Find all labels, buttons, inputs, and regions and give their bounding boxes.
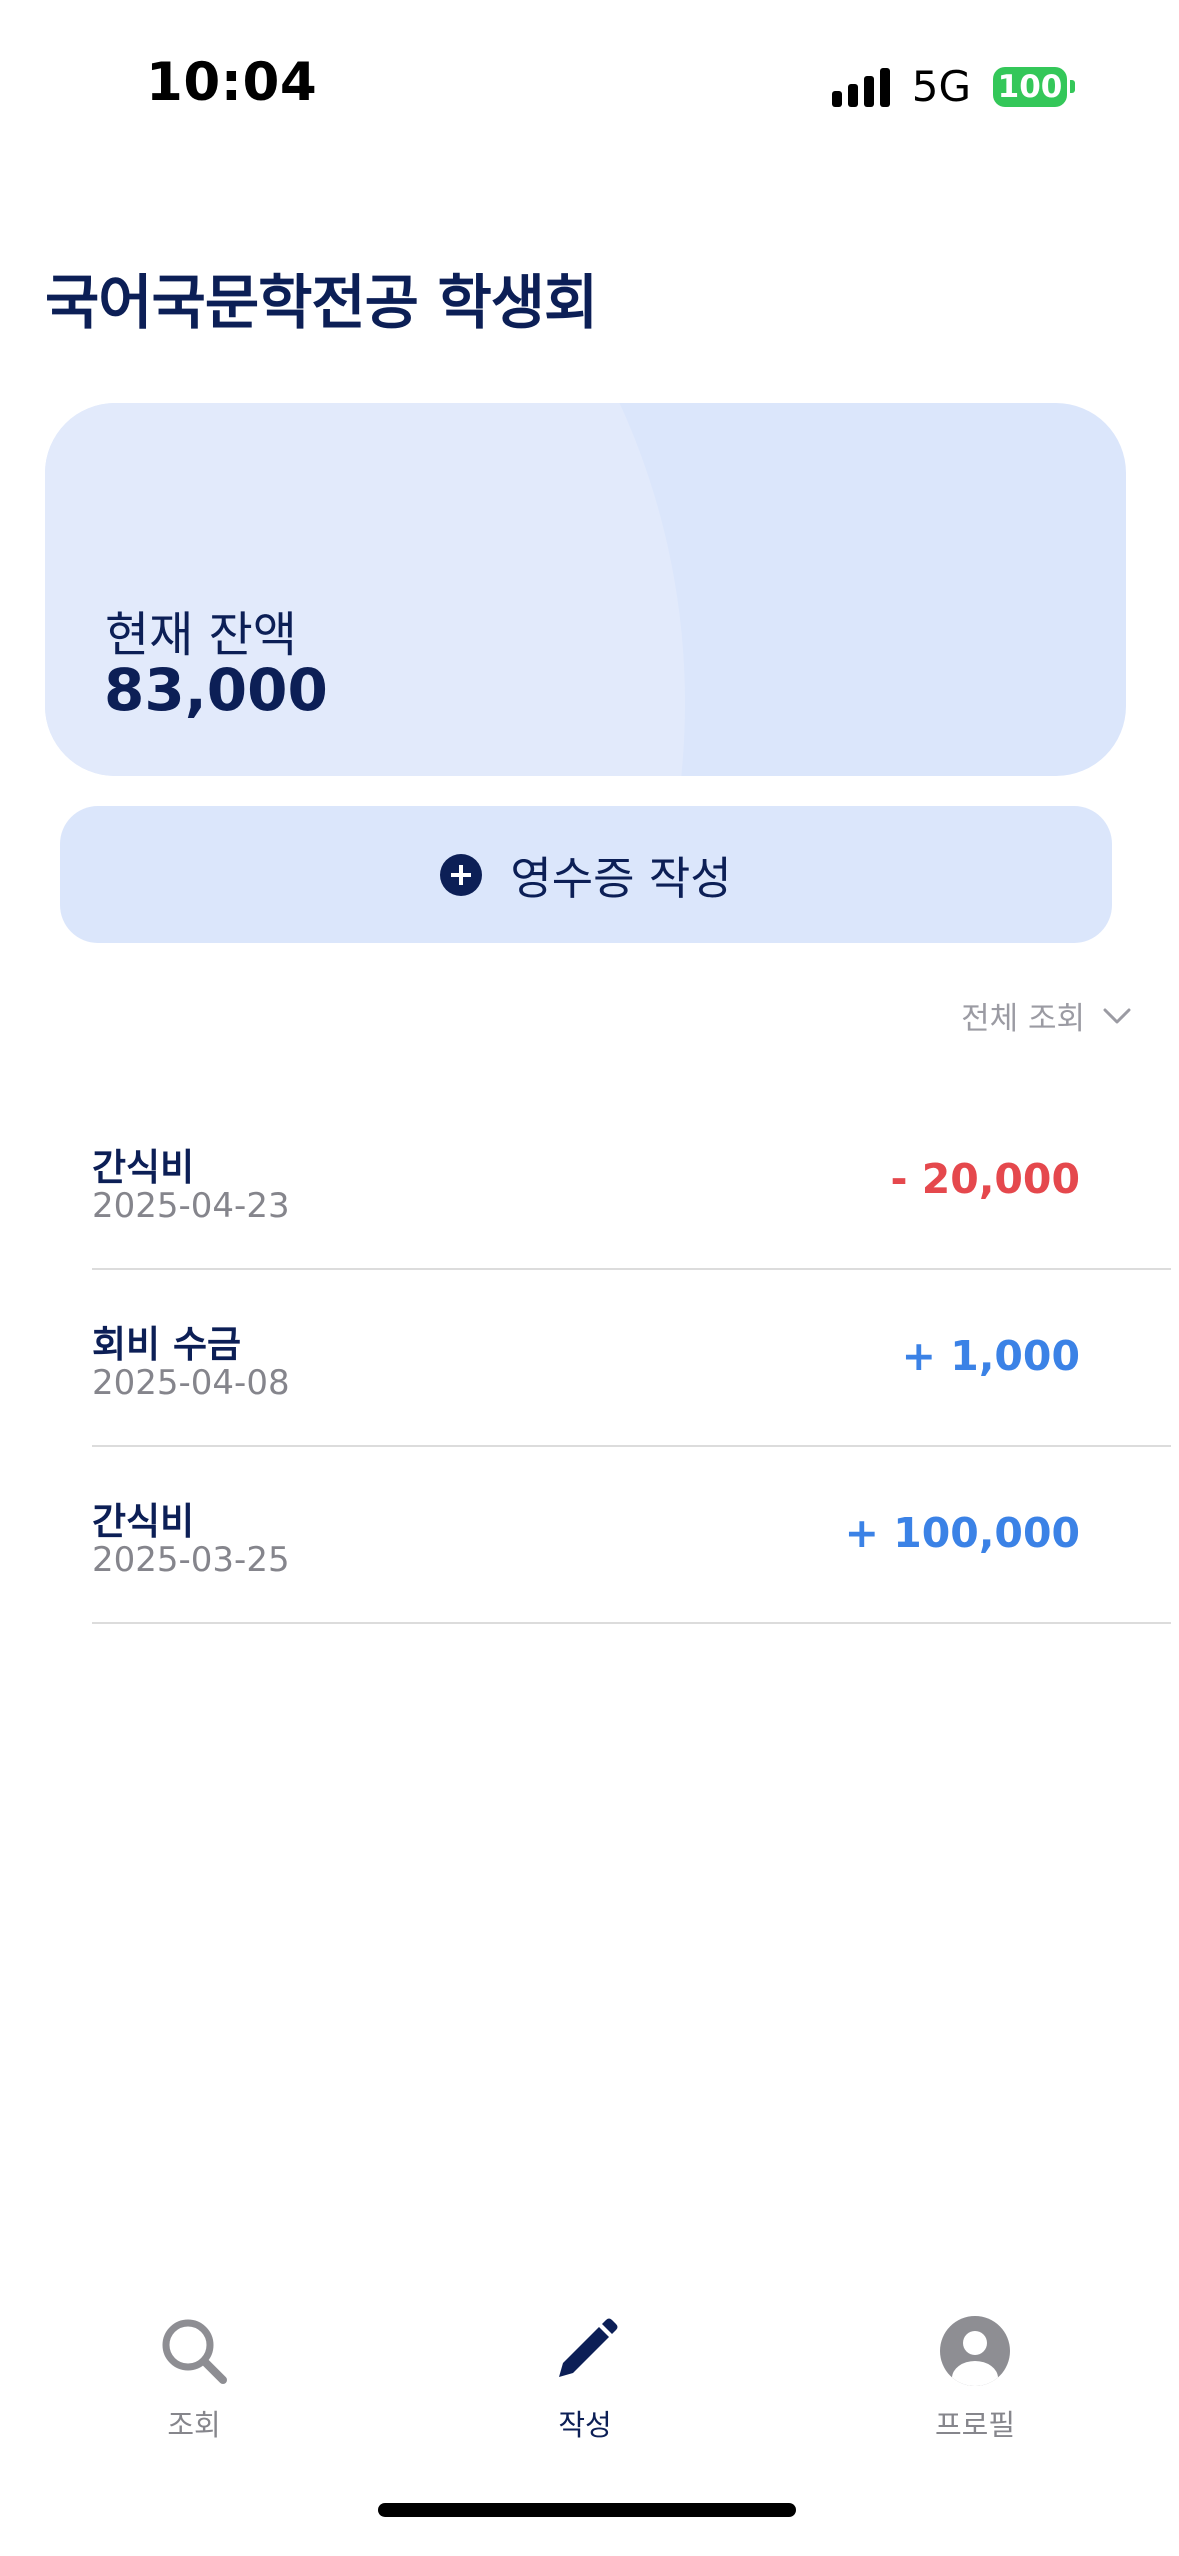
page-title: 국어국문학전공 학생회	[45, 268, 598, 337]
tab-label: 프로필	[934, 2408, 1016, 2442]
transaction-date: 2025-04-23	[92, 1186, 290, 1226]
balance-amount: 83,000	[104, 656, 328, 724]
transaction-date: 2025-04-08	[92, 1363, 290, 1403]
battery-level: 100	[993, 66, 1067, 107]
transaction-amount: + 1,000	[901, 1332, 1080, 1380]
transaction-row[interactable]: 회비 수금 2025-04-08 + 1,000	[92, 1270, 1171, 1447]
tab-search[interactable]: 조회	[104, 2312, 284, 2444]
cellular-signal-icon	[831, 67, 890, 107]
bottom-tab-bar: 조회 작성 프로필	[0, 2300, 1179, 2460]
plus-circle-icon	[440, 853, 483, 896]
tab-label: 작성	[558, 2408, 612, 2442]
filter-label: 전체 조회	[961, 1001, 1085, 1037]
balance-label: 현재 잔액	[105, 607, 297, 663]
battery-icon: 100	[993, 66, 1075, 107]
write-receipt-button[interactable]: 영수증 작성	[60, 806, 1112, 943]
chevron-down-icon	[1103, 1008, 1131, 1023]
transaction-amount: + 100,000	[844, 1509, 1080, 1557]
tab-profile[interactable]: 프로필	[885, 2312, 1065, 2444]
search-icon	[155, 2312, 233, 2390]
transaction-title: 회비 수금	[92, 1323, 242, 1366]
pencil-icon	[546, 2312, 624, 2390]
tab-label: 조회	[167, 2408, 221, 2442]
transaction-list: 간식비 2025-04-23 - 20,000 회비 수금 2025-04-08…	[92, 1093, 1171, 1624]
status-bar: 10:04 5G 100	[0, 0, 1179, 170]
transaction-amount: - 20,000	[890, 1155, 1080, 1203]
transaction-title: 간식비	[92, 1146, 195, 1189]
status-time: 10:04	[146, 52, 318, 113]
transaction-date: 2025-03-25	[92, 1540, 290, 1580]
profile-icon	[936, 2312, 1014, 2390]
view-filter-dropdown[interactable]: 전체 조회	[961, 993, 1131, 1038]
status-indicators: 5G 100	[831, 62, 1075, 111]
transaction-row[interactable]: 간식비 2025-03-25 + 100,000	[92, 1447, 1171, 1624]
network-type: 5G	[911, 62, 971, 111]
balance-card: 현재 잔액 83,000	[45, 403, 1126, 776]
home-indicator	[378, 2503, 796, 2517]
tab-write[interactable]: 작성	[495, 2312, 675, 2444]
transaction-title: 간식비	[92, 1500, 195, 1543]
transaction-row[interactable]: 간식비 2025-04-23 - 20,000	[92, 1093, 1171, 1270]
write-receipt-label: 영수증 작성	[510, 852, 732, 905]
